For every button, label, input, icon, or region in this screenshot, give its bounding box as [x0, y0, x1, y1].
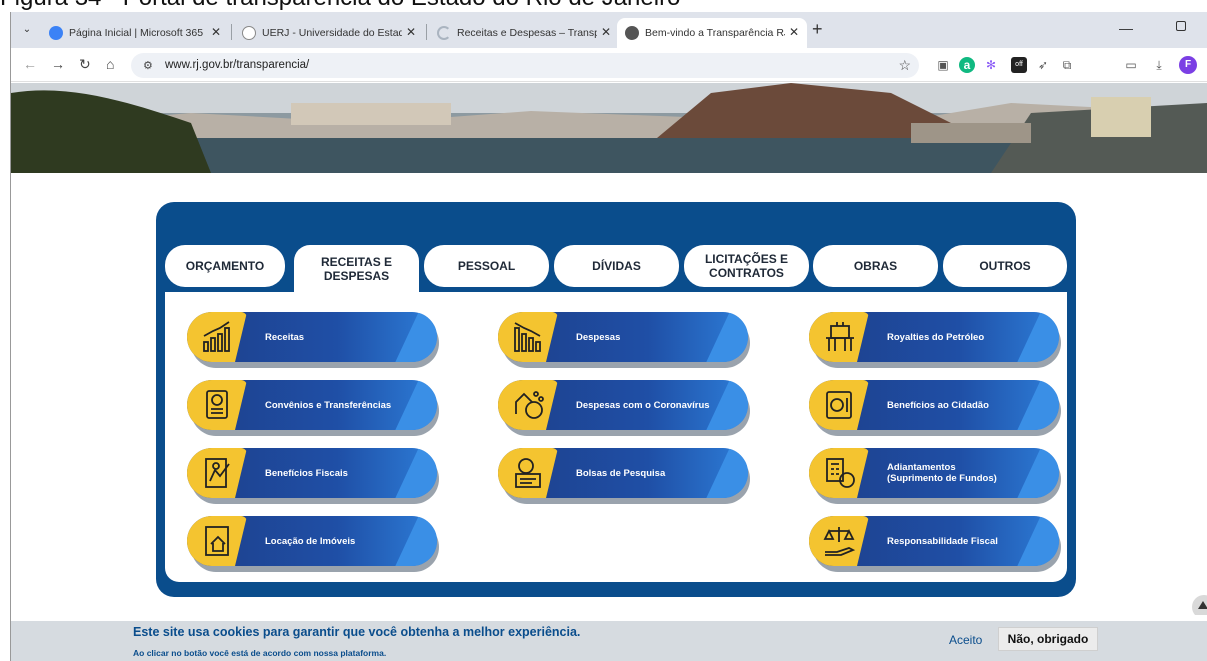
link-convenios-e-transferencias[interactable]: Convênios e Transferências [187, 380, 439, 436]
link-label: Despesas [576, 331, 621, 343]
tab-label: Bem-vindo a Transparência RJ | [645, 27, 785, 39]
forward-icon[interactable]: → [51, 56, 65, 72]
tab-orcamento[interactable]: ORÇAMENTO [165, 245, 285, 287]
extension-feather-icon[interactable]: ➶ [1035, 57, 1051, 73]
links-grid: Receitas Convênios e Transferências Bene… [165, 292, 1067, 582]
uerj-icon [242, 26, 256, 40]
link-receitas[interactable]: Receitas [187, 312, 439, 368]
cookie-subtext: Ao clicar no botão você está de acordo c… [133, 648, 387, 658]
tab-label: Receitas e Despesas – Transpar [457, 27, 597, 39]
minimize-icon[interactable]: — [1119, 20, 1133, 36]
link-label: Benefícios Fiscais [265, 467, 348, 479]
tab-strip: ⌄ Página Inicial | Microsoft 365 ✕ UERJ … [11, 12, 1207, 48]
browser-toolbar: ← → ↻ ⌂ ⚙ www.rj.gov.br/transparencia/ ☆… [11, 48, 1207, 82]
globe-icon [625, 26, 639, 40]
url-text[interactable]: www.rj.gov.br/transparencia/ [165, 59, 309, 71]
link-label: Receitas [265, 331, 305, 343]
cookie-message: Este site usa cookies para garantir que … [133, 625, 581, 639]
header-banner-image [11, 83, 1207, 173]
browser-window: ⌄ Página Inicial | Microsoft 365 ✕ UERJ … [10, 12, 1207, 661]
new-tab-button[interactable]: + [812, 20, 823, 38]
tab-dividas[interactable]: DÍVIDAS [554, 245, 679, 287]
tab-transparencia-rj[interactable]: Bem-vindo a Transparência RJ | ✕ [617, 18, 807, 48]
download-icon[interactable]: ⤓ [1151, 57, 1167, 73]
tab-receitas-despesas[interactable]: Receitas e Despesas – Transpar ✕ [429, 18, 619, 48]
link-beneficios-fiscais[interactable]: Benefícios Fiscais [187, 448, 439, 504]
cast-icon[interactable]: ▣ [935, 57, 951, 73]
loading-icon [437, 26, 451, 40]
tab-divider [231, 24, 232, 40]
tab-receitas-e-despesas[interactable]: RECEITAS E DESPESAS [294, 245, 419, 293]
tab-search-chevron-icon[interactable]: ⌄ [17, 20, 37, 40]
tab-licitacoes-e-contratos[interactable]: LICITAÇÕES E CONTRATOS [684, 245, 809, 287]
extension-flower-icon[interactable]: ✻ [983, 57, 999, 73]
link-despesas-coronavirus[interactable]: Despesas com o Coronavírus [498, 380, 750, 436]
link-label: Royalties do Petróleo [887, 331, 985, 343]
close-icon[interactable]: ✕ [211, 25, 221, 39]
link-adiantamentos[interactable]: Adiantamentos (Suprimento de Fundos) [809, 448, 1061, 504]
tab-uerj[interactable]: UERJ - Universidade do Estado ✕ [234, 18, 424, 48]
tab-obras[interactable]: OBRAS [813, 245, 938, 287]
link-label: Adiantamentos (Suprimento de Fundos) [887, 462, 997, 484]
link-responsabilidade-fiscal[interactable]: Responsabilidade Fiscal [809, 516, 1061, 572]
accept-cookies-link[interactable]: Aceito [949, 633, 982, 647]
profile-avatar[interactable]: F [1179, 56, 1197, 74]
link-despesas[interactable]: Despesas [498, 312, 750, 368]
address-bar[interactable]: ⚙ www.rj.gov.br/transparencia/ ☆ [131, 53, 919, 78]
link-locacao-de-imoveis[interactable]: Locação de Imóveis [187, 516, 439, 572]
tab-microsoft365[interactable]: Página Inicial | Microsoft 365 ✕ [41, 18, 229, 48]
scroll-up-icon[interactable] [1190, 595, 1207, 619]
link-bolsas-de-pesquisa[interactable]: Bolsas de Pesquisa [498, 448, 750, 504]
cookie-banner: Este site usa cookies para garantir que … [11, 621, 1207, 661]
tab-pessoal[interactable]: PESSOAL [424, 245, 549, 287]
extensions-puzzle-icon[interactable]: ⧉ [1059, 57, 1075, 73]
link-label: Bolsas de Pesquisa [576, 467, 666, 479]
extension-a-icon[interactable]: a [959, 57, 975, 73]
close-icon[interactable]: ✕ [601, 25, 611, 39]
extension-off-icon[interactable]: off [1011, 57, 1027, 73]
link-label: Despesas com o Coronavírus [576, 399, 710, 411]
tab-label: UERJ - Universidade do Estado [262, 27, 402, 39]
site-settings-icon[interactable]: ⚙ [143, 59, 153, 72]
link-label: Locação de Imóveis [265, 535, 356, 547]
close-icon[interactable]: ✕ [789, 25, 799, 39]
link-label: Benefícios ao Cidadão [887, 399, 989, 411]
transparency-panel: ORÇAMENTO RECEITAS E DESPESAS PESSOAL DÍ… [156, 202, 1076, 597]
tab-label: Página Inicial | Microsoft 365 [69, 27, 204, 39]
reload-icon[interactable]: ↻ [79, 56, 91, 72]
restore-icon[interactable] [1176, 21, 1186, 31]
link-label: Responsabilidade Fiscal [887, 535, 998, 547]
tab-outros[interactable]: OUTROS [943, 245, 1067, 287]
decline-cookies-button[interactable]: Não, obrigado [998, 627, 1098, 651]
category-nav: ORÇAMENTO RECEITAS E DESPESAS PESSOAL DÍ… [165, 245, 1067, 293]
link-royalties-do-petroleo[interactable]: Royalties do Petróleo [809, 312, 1061, 368]
back-icon[interactable]: ← [23, 56, 37, 72]
close-icon[interactable]: ✕ [406, 25, 416, 39]
microsoft365-icon [49, 26, 63, 40]
figure-caption: Figura 34 - Portal de transparência do E… [0, 0, 1207, 12]
link-beneficios-ao-cidadao[interactable]: Benefícios ao Cidadão [809, 380, 1061, 436]
tab-divider [426, 24, 427, 40]
link-label: Convênios e Transferências [265, 399, 392, 411]
page-content: ORÇAMENTO RECEITAS E DESPESAS PESSOAL DÍ… [11, 83, 1207, 661]
home-icon[interactable]: ⌂ [106, 56, 114, 72]
screen-cast-icon[interactable]: ▭ [1123, 57, 1139, 73]
bookmark-star-icon[interactable]: ☆ [898, 57, 911, 74]
